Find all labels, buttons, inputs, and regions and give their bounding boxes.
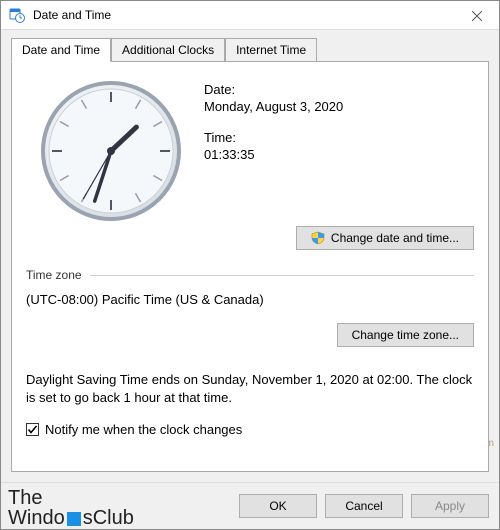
- notify-label: Notify me when the clock changes: [45, 422, 242, 437]
- date-time-info: Date: Monday, August 3, 2020 Time: 01:33…: [196, 76, 474, 226]
- notify-checkbox[interactable]: [26, 423, 39, 436]
- divider-line: [90, 275, 474, 276]
- change-timezone-button[interactable]: Change time zone...: [337, 323, 474, 347]
- tab-additional-clocks[interactable]: Additional Clocks: [111, 38, 225, 62]
- timezone-value: (UTC-08:00) Pacific Time (US & Canada): [26, 292, 474, 307]
- checkmark-icon: [27, 424, 38, 435]
- tab-date-and-time[interactable]: Date and Time: [11, 38, 111, 62]
- ok-button[interactable]: OK: [239, 494, 317, 518]
- calendar-clock-icon: [9, 7, 25, 23]
- uac-shield-icon: [311, 231, 325, 245]
- window-title: Date and Time: [33, 8, 111, 22]
- analog-clock: [26, 76, 196, 226]
- clock-face-icon: [36, 76, 186, 226]
- tabpage-date-and-time: Date: Monday, August 3, 2020 Time: 01:33…: [11, 61, 489, 472]
- close-icon: [472, 11, 482, 21]
- dst-text: Daylight Saving Time ends on Sunday, Nov…: [26, 371, 474, 406]
- apply-button[interactable]: Apply: [411, 494, 489, 518]
- change-timezone-label: Change time zone...: [352, 328, 459, 342]
- cancel-button[interactable]: Cancel: [325, 494, 403, 518]
- change-date-time-button[interactable]: Change date and time...: [296, 226, 474, 250]
- timezone-section-header: Time zone: [26, 268, 474, 282]
- tab-internet-time[interactable]: Internet Time: [225, 38, 317, 62]
- timezone-section-label: Time zone: [26, 268, 82, 282]
- close-button[interactable]: [454, 1, 499, 30]
- notify-checkbox-row[interactable]: Notify me when the clock changes: [26, 422, 474, 437]
- dialog-client: Date and Time Additional Clocks Internet…: [1, 30, 499, 483]
- date-value: Monday, August 3, 2020: [204, 99, 474, 116]
- dialog-window: Date and Time Date and Time Additional C…: [0, 0, 500, 530]
- change-date-time-label: Change date and time...: [331, 231, 459, 245]
- titlebar: Date and Time: [1, 0, 499, 30]
- time-label: Time:: [204, 130, 474, 147]
- dialog-footer: OK Cancel Apply: [1, 483, 499, 529]
- tab-strip: Date and Time Additional Clocks Internet…: [11, 38, 489, 62]
- time-value: 01:33:35: [204, 147, 474, 164]
- date-label: Date:: [204, 82, 474, 99]
